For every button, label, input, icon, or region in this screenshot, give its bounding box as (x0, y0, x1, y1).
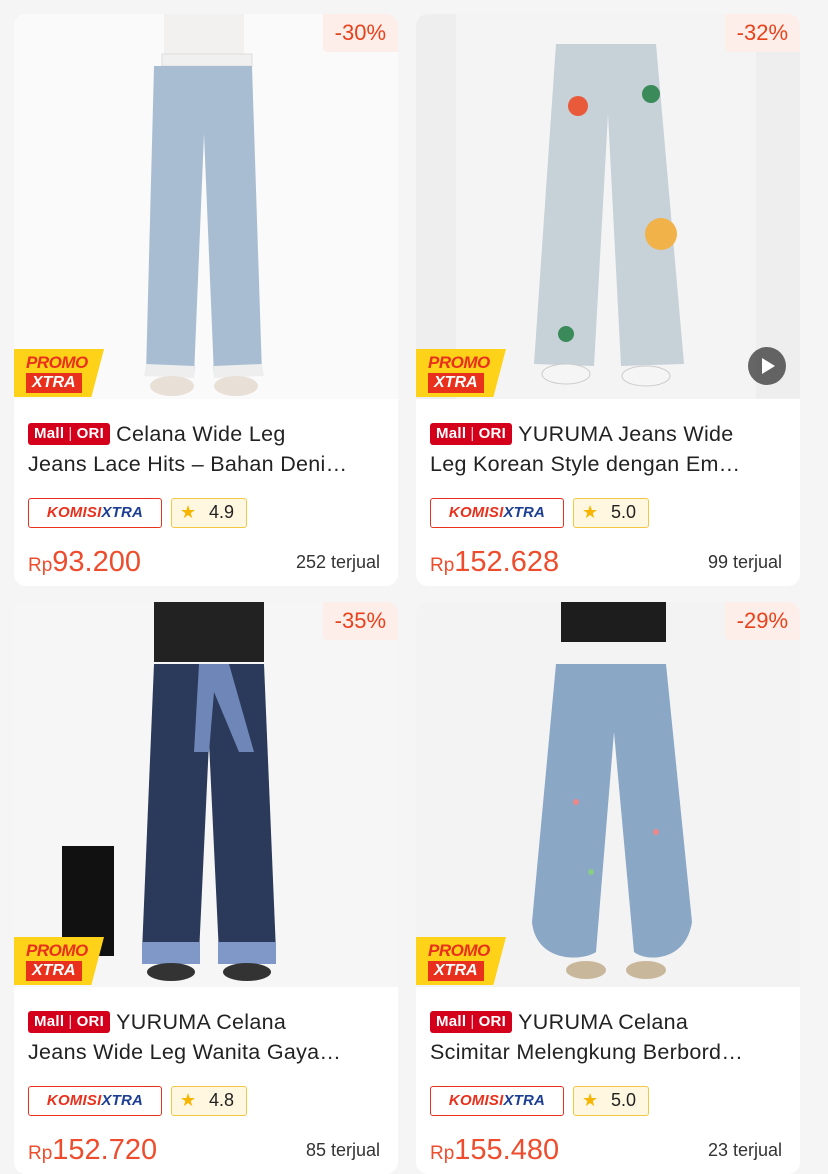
promo-xtra-badge: PROMO XTRA (416, 937, 506, 985)
product-title-line-2: Scimitar Melengkung Berbord… (430, 1040, 744, 1064)
sold-count: 252 terjual (295, 552, 380, 572)
mall-ori-badge: Mall | ORI (28, 423, 111, 445)
jeans-illustration (532, 602, 692, 979)
komisi-xtra-badge: KOMISIXTRA (28, 1086, 162, 1116)
product-card-2[interactable]: -32% PROMO XTRA Mall | ORI YURUMA Jeans Wid… (416, 14, 800, 586)
star-icon: ★ (180, 502, 197, 522)
product-price: Rp152.720 (28, 1134, 158, 1166)
product-title[interactable]: Mall | ORI YURUMA Celana Jeans Wide Leg Wan… (28, 1007, 388, 1067)
product-title-line-2: Leg Korean Style dengan Em… (430, 452, 741, 476)
sold-count: 85 terjual (305, 1140, 380, 1160)
discount-badge: -32% (724, 14, 800, 52)
product-title[interactable]: Mall | ORI YURUMA Jeans Wide Leg Korean Sty… (430, 419, 790, 479)
product-price: Rp155.480 (430, 1134, 560, 1166)
product-title[interactable]: Mall | ORI Celana Wide Leg Jeans Lace Hits … (28, 419, 388, 479)
sold-count: 23 terjual (707, 1140, 782, 1160)
product-card-1[interactable]: -30% PROMO XTRA Mall | ORI Celana Wide Leg … (14, 14, 398, 586)
komisi-xtra-badge: KOMISIXTRA (28, 498, 162, 528)
sold-count: 99 terjual (707, 552, 782, 572)
product-title-line-1: YURUMA Jeans Wide (518, 422, 734, 446)
rating-badge: ★ 4.8 (171, 1086, 247, 1116)
product-price: Rp152.628 (430, 546, 560, 578)
jeans-illustration (456, 14, 756, 399)
rating-badge: ★ 5.0 (573, 498, 649, 528)
product-image[interactable]: -32% PROMO XTRA (416, 14, 800, 399)
product-image[interactable]: -29% PROMO XTRA (416, 602, 800, 987)
play-video-icon[interactable] (748, 347, 786, 385)
mall-ori-badge: Mall | ORI (28, 1011, 111, 1033)
jeans-illustration (144, 14, 264, 396)
promo-xtra-badge: PROMO XTRA (14, 349, 104, 397)
product-image[interactable]: -30% PROMO XTRA (14, 14, 398, 399)
mall-ori-badge: Mall | ORI (430, 423, 513, 445)
star-icon: ★ (582, 502, 599, 522)
product-title[interactable]: Mall | ORI YURUMA Celana Scimitar Melengkun… (430, 1007, 790, 1067)
star-icon: ★ (180, 1090, 197, 1110)
komisi-xtra-badge: KOMISIXTRA (430, 1086, 564, 1116)
promo-xtra-badge: PROMO XTRA (416, 349, 506, 397)
product-title-line-2: Jeans Lace Hits – Bahan Deni… (28, 452, 348, 476)
mall-ori-badge: Mall | ORI (430, 1011, 513, 1033)
product-title-line-1: YURUMA Celana (518, 1010, 689, 1034)
star-icon: ★ (582, 1090, 599, 1110)
komisi-xtra-badge: KOMISIXTRA (430, 498, 564, 528)
product-card-4[interactable]: -29% PROMO XTRA Mall | ORI YURUMA Celana Sc… (416, 602, 800, 1174)
product-title-line-1: YURUMA Celana (116, 1010, 287, 1034)
discount-badge: -29% (724, 602, 800, 640)
promo-xtra-badge: PROMO XTRA (14, 937, 104, 985)
jeans-illustration (62, 602, 276, 981)
product-title-line-2: Jeans Wide Leg Wanita Gaya… (28, 1040, 342, 1064)
discount-badge: -35% (322, 602, 398, 640)
rating-badge: ★ 4.9 (171, 498, 247, 528)
product-title-line-1: Celana Wide Leg (116, 422, 286, 446)
product-price: Rp93.200 (28, 546, 141, 578)
product-image[interactable]: -35% PROMO XTRA (14, 602, 398, 987)
rating-badge: ★ 5.0 (573, 1086, 649, 1116)
discount-badge: -30% (322, 14, 398, 52)
product-card-3[interactable]: -35% PROMO XTRA Mall | ORI YURUMA Celana Je… (14, 602, 398, 1174)
